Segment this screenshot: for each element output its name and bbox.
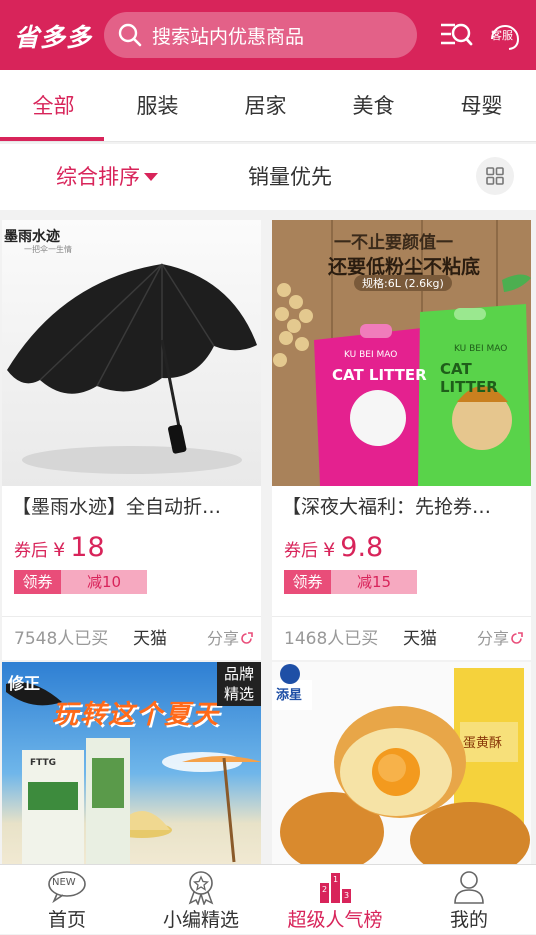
tab-mother-baby[interactable]: 母婴 [428,70,535,142]
currency-symbol: ¥ [323,539,336,561]
caret-down-icon [144,172,158,181]
brand-logo: 添星 [276,688,303,703]
brand-select-badge: 品牌精选 [217,662,261,706]
active-tab-indicator [0,137,104,141]
tab-popularity-chart[interactable]: 1 2 3 超级人气榜 [268,865,402,935]
share-button[interactable]: 分享 [477,617,523,660]
share-button[interactable]: 分享 [207,617,253,660]
product-title[interactable]: 【深夜大福利：先抢券… [282,492,522,519]
umbrella-image [7,263,257,474]
promo-slogan: 玩转这个夏天 [52,700,221,730]
product-image[interactable]: 添星 蛋黄酥 [272,662,531,864]
currency-symbol: ¥ [53,539,66,561]
brand-watermark: 墨雨水迹 [4,229,60,245]
product-image[interactable]: 墨雨水迹 一把伞一生情 [2,220,261,486]
sort-sales[interactable]: 销量优先 [248,144,332,210]
share-icon [511,632,523,644]
bottom-tab-bar: NEW 首页 小编精选 1 2 3 超级人气榜 我的 [0,864,536,934]
coupon-value: 减10 [61,570,147,594]
coupon-label: 领券 [14,570,61,594]
search-icon [118,23,142,47]
product-title[interactable]: 【墨雨水迹】全自动折… [12,492,252,519]
price: 券后 ¥ 18 [14,532,105,563]
promo-headline: 一不止要颜值一 [334,233,453,253]
svg-text:1: 1 [333,875,338,884]
brand-logo: 修正 [8,674,41,693]
sold-count: 1468人已买 [284,629,379,649]
tab-label: 超级人气榜 [287,909,383,931]
search-placeholder: 搜索站内优惠商品 [152,25,305,48]
tab-home-page[interactable]: NEW 首页 [0,865,134,935]
tab-profile[interactable]: 我的 [402,865,536,935]
user-icon [454,871,484,904]
product-card[interactable]: 一不止要颜值一 还要低粉尘不粘底 规格:6L (2.6kg) KU BEI MA… [272,220,531,660]
search-bar[interactable]: 搜索站内优惠商品 [104,12,417,58]
coupon-label: 领券 [284,570,331,594]
app-logo[interactable]: 省多多 [14,18,92,54]
tab-label: 小编精选 [162,909,239,931]
product-spec: 规格:6L (2.6kg) [354,275,452,291]
coupon-tag[interactable]: 领券 减10 [14,570,147,594]
new-badge-text: NEW [52,877,76,888]
tab-clothing[interactable]: 服装 [104,70,211,142]
package-label: 蛋黄酥 [463,736,503,751]
coupon-value: 减15 [331,570,417,594]
sort-comprehensive[interactable]: 综合排序 [56,144,158,210]
shop-name: 天猫 [133,629,167,649]
price-value: 9.8 [340,532,384,563]
tab-all[interactable]: 全部 [0,70,107,142]
price-label: 券后 [14,541,48,561]
customer-service-label: 客服 [491,29,513,42]
product-card[interactable]: 添星 蛋黄酥 [272,662,531,864]
svg-text:3: 3 [344,891,349,900]
product-image[interactable]: 一不止要颜值一 还要低粉尘不粘底 规格:6L (2.6kg) KU BEI MA… [272,220,531,486]
sort-comprehensive-label: 综合排序 [56,165,140,189]
package-label: FTTG [30,758,57,768]
category-tabs: 全部 服装 居家 美食 母婴 [0,70,536,142]
sold-count: 7548人已买 [14,629,109,649]
tab-home[interactable]: 居家 [212,70,319,142]
tab-label: 首页 [47,909,86,931]
sort-bar: 综合排序 销量优先 [0,144,536,210]
shop-name: 天猫 [403,629,437,649]
tab-label: 我的 [449,909,488,931]
share-label: 分享 [206,629,239,648]
podium-icon: 1 2 3 [320,873,351,903]
category-search-icon[interactable] [438,17,474,53]
product-card[interactable]: 墨雨水迹 一把伞一生情 【墨雨水迹】全自动折… 券后 ¥ 18 领券 减10 7… [2,220,261,660]
new-bubble-icon: NEW [45,869,89,903]
customer-service-button[interactable]: 客服 [487,17,523,53]
product-meta: 7548人已买 天猫 分享 [2,616,261,660]
share-label: 分享 [476,629,509,648]
price-label: 券后 [284,541,318,561]
price-value: 18 [70,532,105,563]
brand-slogan: 一把伞一生情 [24,245,72,254]
tab-editor-picks[interactable]: 小编精选 [134,865,268,935]
tab-food[interactable]: 美食 [320,70,427,142]
bag-brand-pink: KU BEI MAO [344,350,398,360]
share-icon [241,632,253,644]
app-header: 省多多 搜索站内优惠商品 客服 [0,0,536,70]
grid-icon [486,167,504,185]
coupon-tag[interactable]: 领券 减15 [284,570,417,594]
bag-label-pink: CAT LITTER [332,366,427,384]
product-meta: 1468人已买 天猫 分享 [272,616,531,660]
layout-toggle-button[interactable] [476,157,514,195]
product-image[interactable]: 玩转这个夏天 修正 FTTG 品牌精选 [2,662,261,864]
pastry-image [272,664,530,864]
product-card[interactable]: 玩转这个夏天 修正 FTTG 品牌精选 [2,662,261,864]
award-icon [188,871,214,905]
bag-label-green: CAT LITTER [440,360,498,396]
svg-text:2: 2 [322,885,327,894]
price: 券后 ¥ 9.8 [284,532,383,563]
bag-brand-green: KU BEI MAO [454,344,508,354]
